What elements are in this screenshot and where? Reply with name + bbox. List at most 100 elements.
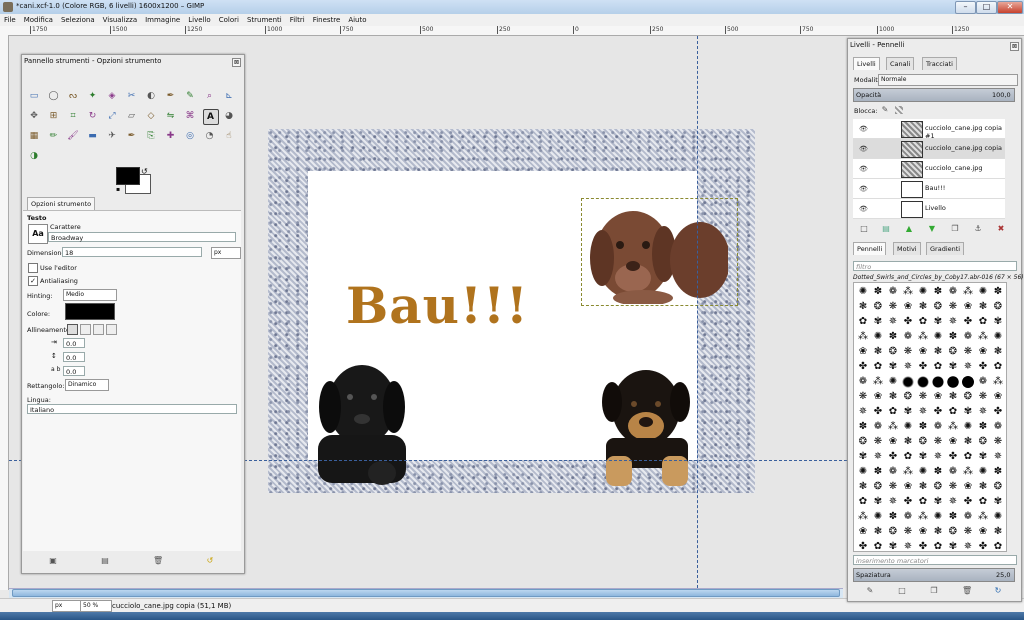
brush-preview-icon[interactable]: ⁂ xyxy=(902,466,914,478)
brush-preview-icon[interactable]: ✿ xyxy=(902,451,914,463)
menu-modifica[interactable]: Modifica xyxy=(20,14,57,26)
brush-preview-icon[interactable]: ❀ xyxy=(887,436,899,448)
brush-preview-icon[interactable]: ❁ xyxy=(962,511,974,523)
brush-preview-icon[interactable]: ❀ xyxy=(977,346,989,358)
brush-preview-icon[interactable]: ✽ xyxy=(872,466,884,478)
close-button[interactable]: ✕ xyxy=(997,1,1023,14)
brush-preview-icon[interactable]: ✵ xyxy=(887,496,899,508)
tab-channels[interactable]: Canali xyxy=(886,57,915,70)
align-fill-button[interactable] xyxy=(106,324,117,335)
layer-name[interactable]: Livello xyxy=(925,204,946,212)
brush-preview-icon[interactable]: ✽ xyxy=(887,331,899,343)
delete-brush-icon[interactable]: 🗑 xyxy=(962,587,972,595)
zoom-select[interactable]: 50 % xyxy=(80,600,112,612)
brush-preview-icon[interactable]: ✿ xyxy=(917,316,929,328)
brush-preview-icon[interactable]: ❁ xyxy=(962,331,974,343)
brush-preview-icon[interactable]: ✾ xyxy=(992,496,1004,508)
tab-layers[interactable]: Livelli xyxy=(853,57,880,70)
letter-spacing-field[interactable]: 0.0 xyxy=(63,366,85,376)
brush-grid[interactable]: ✺ ✽ ❁ ⁂ ✺ ✽ ❁ ⁂ ✺ ✽ ❃ ❂ ❋ ❀ ❃ ❂ ❋ ❀ ❃ ❂ ✿ ✾ ✵ ✤ ✿ ✾ ✵ ✤ ✿ ✾ ⁂ ✺ ✽ ❁ ⁂ ✺ ✽ ❁ ⁂ ✺… xyxy=(853,282,1007,552)
brush-preview-icon[interactable]: ✵ xyxy=(902,361,914,373)
brush-preview-icon[interactable]: ❋ xyxy=(857,391,869,403)
new-layer-icon[interactable]: □ xyxy=(860,225,868,233)
brush-preview-icon[interactable]: ❁ xyxy=(992,421,1004,433)
brush-preview-icon[interactable]: ⁂ xyxy=(962,286,974,298)
brush-preview-icon[interactable]: ⁂ xyxy=(977,331,989,343)
brush-preview-icon[interactable]: ✺ xyxy=(857,286,869,298)
brush-preview-icon[interactable]: ✿ xyxy=(977,316,989,328)
brush-preview-icon[interactable]: ❋ xyxy=(977,391,989,403)
brush-preview-icon[interactable]: ✾ xyxy=(887,541,899,553)
brush-preview-icon[interactable]: ✾ xyxy=(872,316,884,328)
tab-patterns[interactable]: Motivi xyxy=(893,242,921,255)
menu-visualizza[interactable]: Visualizza xyxy=(99,14,141,26)
brush-preview-icon[interactable]: ❃ xyxy=(902,436,914,448)
measure-icon[interactable]: ⊾ xyxy=(222,89,236,103)
brush-preview-icon[interactable]: ⁂ xyxy=(872,376,884,388)
brush-preview-icon[interactable]: ❃ xyxy=(992,526,1004,538)
hinting-select[interactable]: Medio xyxy=(63,289,117,301)
delete-layer-icon[interactable]: ✖ xyxy=(997,225,1005,233)
brush-preview-icon[interactable]: ✵ xyxy=(947,496,959,508)
ellipse-select-icon[interactable]: ◯ xyxy=(47,89,61,103)
font-field[interactable]: Broadway xyxy=(48,232,236,242)
brush-preview-icon[interactable]: ❁ xyxy=(872,421,884,433)
vertical-ruler[interactable] xyxy=(0,35,9,590)
brush-preview-icon[interactable]: ⁂ xyxy=(977,511,989,523)
perspective-clone-icon[interactable]: ◎ xyxy=(183,129,197,143)
brush-preview-icon[interactable]: ✺ xyxy=(902,421,914,433)
brush-preview-icon[interactable]: ✽ xyxy=(947,331,959,343)
brush-preview-icon[interactable]: ✵ xyxy=(962,361,974,373)
font-preview-icon[interactable]: Aa xyxy=(28,224,48,244)
brush-preview-icon[interactable]: ❃ xyxy=(872,526,884,538)
brush-preview-icon[interactable]: ✽ xyxy=(992,466,1004,478)
save-options-icon[interactable]: ▣ xyxy=(49,557,57,565)
paintbrush-icon[interactable]: 🖌 xyxy=(66,129,80,143)
brush-preview-icon[interactable]: ✽ xyxy=(887,511,899,523)
tab-brushes[interactable]: Pennelli xyxy=(853,242,887,255)
brush-preview-icon[interactable]: ❃ xyxy=(917,301,929,313)
brush-preview-icon[interactable]: ❋ xyxy=(962,346,974,358)
brush-preview-icon[interactable]: ✵ xyxy=(962,541,974,553)
mode-select[interactable]: Normale xyxy=(878,74,1018,86)
brush-preview-icon[interactable]: ✽ xyxy=(917,421,929,433)
brush-preview-icon[interactable]: ❋ xyxy=(887,301,899,313)
brush-preview-icon[interactable]: ⁂ xyxy=(887,421,899,433)
perspective-icon[interactable]: ◇ xyxy=(144,109,158,123)
crop-icon[interactable]: ⌗ xyxy=(66,109,80,123)
align-icon[interactable]: ⊞ xyxy=(47,109,61,123)
brush-preview-icon[interactable]: ✿ xyxy=(977,496,989,508)
size-field[interactable]: 18 xyxy=(62,247,202,257)
brush-preview-icon[interactable]: ❃ xyxy=(977,301,989,313)
brush-preview-icon[interactable]: ❂ xyxy=(857,436,869,448)
brush-preview-icon[interactable]: ✽ xyxy=(932,466,944,478)
brush-preview-icon[interactable]: ❂ xyxy=(932,301,944,313)
puppy-black-tan-image[interactable] xyxy=(598,360,698,490)
brush-preview-icon[interactable]: ✽ xyxy=(992,286,1004,298)
brush-preview-icon[interactable]: ✺ xyxy=(917,466,929,478)
brush-preview-icon[interactable]: ✵ xyxy=(902,541,914,553)
bucket-fill-icon[interactable]: ◕ xyxy=(222,109,236,123)
brush-preview-icon[interactable]: ✿ xyxy=(947,406,959,418)
brush-preview-icon[interactable]: ✾ xyxy=(932,316,944,328)
brush-preview-icon[interactable]: ✺ xyxy=(872,331,884,343)
brush-preview-icon[interactable]: ❀ xyxy=(962,481,974,493)
maximize-button[interactable]: □ xyxy=(976,1,997,14)
brush-preview-icon[interactable]: ✺ xyxy=(917,286,929,298)
brush-preview-icon[interactable]: ❃ xyxy=(962,436,974,448)
brush-preview-icon[interactable]: ❂ xyxy=(902,391,914,403)
rect-select-icon[interactable]: ▭ xyxy=(27,89,41,103)
brush-preview-icon[interactable]: ❀ xyxy=(962,301,974,313)
brush-preview-icon[interactable]: ✤ xyxy=(902,316,914,328)
layer-row[interactable]: 👁 Bau!!! xyxy=(853,179,1005,199)
delete-options-icon[interactable]: 🗑 xyxy=(153,557,163,565)
brush-preview-icon[interactable]: ❂ xyxy=(917,436,929,448)
swap-colors-icon[interactable]: ↺ xyxy=(141,167,148,176)
brush-preview-icon[interactable]: ❀ xyxy=(917,526,929,538)
vertical-guide[interactable] xyxy=(697,36,698,588)
brush-preview-icon[interactable]: ❁ xyxy=(902,331,914,343)
dodge-icon[interactable]: ◑ xyxy=(27,149,41,163)
brush-preview-icon[interactable]: ✺ xyxy=(872,511,884,523)
visibility-eye-icon[interactable]: 👁 xyxy=(859,145,868,153)
brush-preview-icon[interactable]: ✾ xyxy=(902,406,914,418)
